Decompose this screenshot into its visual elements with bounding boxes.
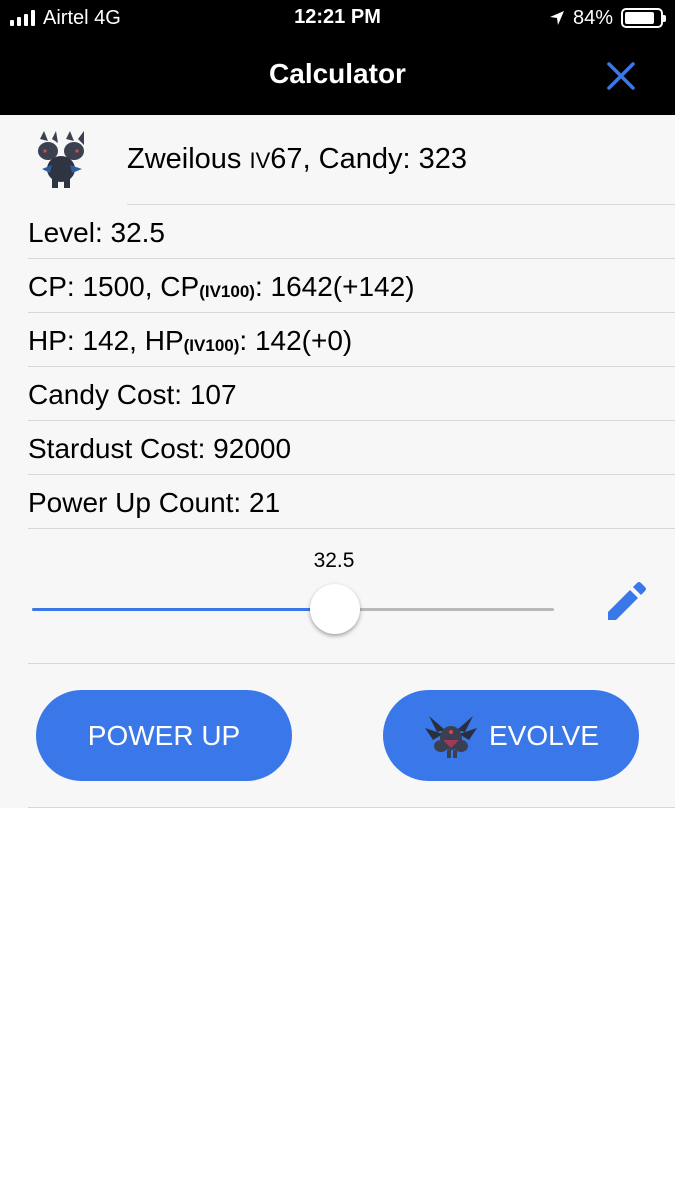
pokemon-sprite-icon <box>38 131 84 188</box>
status-right: 84% <box>549 6 666 30</box>
hp-current: HP: 142, HP <box>28 325 184 356</box>
signal-icon <box>10 10 35 26</box>
battery-percent: 84% <box>572 6 613 29</box>
divider <box>28 807 675 808</box>
cp-max: : 1642(+142) <box>254 271 415 302</box>
battery-level <box>625 12 654 24</box>
iv-label: IV <box>249 148 271 173</box>
divider <box>28 258 675 259</box>
level-slider-fill <box>32 608 335 611</box>
hp-max: : 142(+0) <box>239 325 353 356</box>
cp-row: CP: 1500, CP(IV100): 1642(+142) <box>28 271 415 303</box>
level-slider-thumb[interactable] <box>310 584 360 634</box>
pokemon-name: Zweilous <box>127 143 242 175</box>
divider <box>127 204 675 205</box>
power-up-label: POWER UP <box>87 719 241 751</box>
calculator-panel: Zweilous IV67, Candy: 323 Level: 32.5 CP… <box>0 115 675 808</box>
divider <box>28 474 675 475</box>
evolution-sprite-icon <box>425 715 477 758</box>
candy-count: , Candy: 323 <box>302 143 468 175</box>
hp-iv100-label: (IV100) <box>183 336 240 355</box>
carrier-label: Airtel 4G <box>43 6 121 29</box>
level-slider-track[interactable] <box>32 608 554 611</box>
cp-current: CP: 1500, CP <box>28 271 200 302</box>
divider <box>28 312 675 313</box>
evolve-label: EVOLVE <box>489 719 599 751</box>
power-up-button[interactable]: POWER UP <box>36 690 292 781</box>
pencil-edit-icon[interactable] <box>604 580 648 624</box>
pokemon-header: Zweilous IV67, Candy: 323 <box>0 115 675 205</box>
slider-value-label: 32.5 <box>313 549 355 572</box>
iv-value: 67 <box>270 143 303 175</box>
divider <box>28 528 675 529</box>
nav-bar: Calculator <box>0 38 675 115</box>
stardust-cost-row: Stardust Cost: 92000 <box>28 433 292 464</box>
pokemon-summary: Zweilous IV67, Candy: 323 <box>127 143 467 176</box>
evolve-button[interactable]: EVOLVE <box>383 690 639 781</box>
location-arrow-icon <box>549 11 564 25</box>
divider <box>28 420 675 421</box>
level-row: Level: 32.5 <box>28 217 165 248</box>
divider <box>28 366 675 367</box>
cp-iv100-label: (IV100) <box>199 282 255 301</box>
candy-cost-row: Candy Cost: 107 <box>28 379 237 410</box>
status-bar: Airtel 4G 12:21 PM 84% <box>0 0 675 38</box>
page-title: Calculator <box>269 58 406 89</box>
status-left: Airtel 4G <box>10 6 121 30</box>
close-icon[interactable] <box>601 56 641 96</box>
hp-row: HP: 142, HP(IV100): 142(+0) <box>28 325 352 357</box>
power-up-count-row: Power Up Count: 21 <box>28 487 281 518</box>
battery-icon <box>621 8 666 28</box>
divider <box>28 663 675 664</box>
